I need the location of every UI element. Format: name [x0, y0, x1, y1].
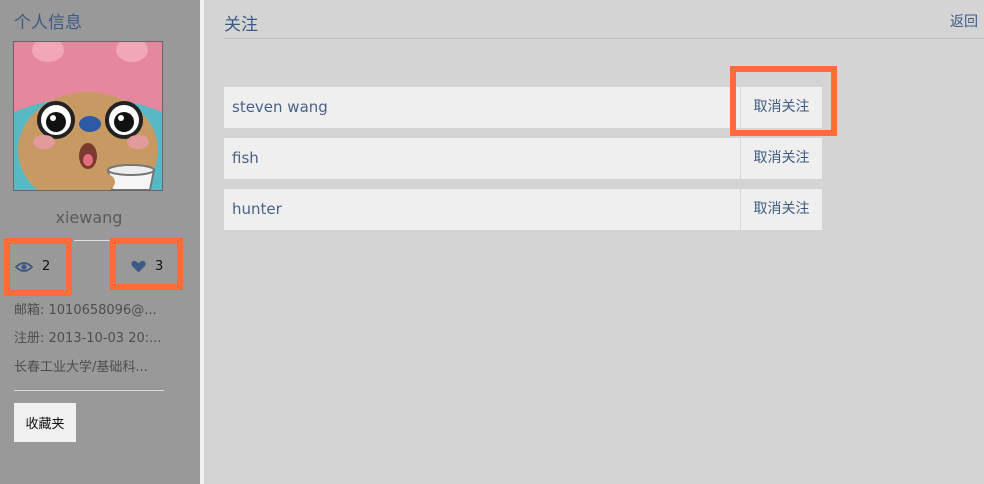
following-name[interactable]: steven wang: [224, 87, 740, 128]
sidebar-title: 个人信息: [14, 13, 82, 33]
email-info: 邮箱: 1010658096@...: [14, 303, 157, 318]
title-divider: [224, 38, 984, 39]
eye-icon: [15, 261, 33, 272]
following-row: fish 取消关注: [224, 138, 822, 179]
sidebar-divider: [14, 390, 164, 391]
likes-stat[interactable]: 3: [131, 259, 163, 274]
unfollow-button[interactable]: 取消关注: [740, 189, 822, 230]
likes-count: 3: [155, 259, 164, 274]
favorites-button[interactable]: 收藏夹: [14, 403, 76, 442]
page-title: 关注: [224, 15, 258, 35]
back-link[interactable]: 返回: [950, 11, 978, 31]
username: xiewang: [55, 208, 123, 227]
avatar-image: [14, 42, 162, 190]
unfollow-button[interactable]: 取消关注: [740, 87, 822, 128]
following-row: hunter 取消关注: [224, 189, 822, 230]
profile-sidebar: 个人信息 xiewang 2 3 邮箱: 1010658096@... 注册: …: [0, 0, 200, 484]
heart-icon: [131, 260, 146, 273]
register-info: 注册: 2013-10-03 20:...: [14, 331, 162, 346]
column-divider: [200, 0, 204, 484]
avatar[interactable]: [13, 41, 163, 191]
username-underline: [74, 240, 130, 241]
views-stat[interactable]: 2: [15, 259, 50, 274]
school-info: 长春工业大学/基础科...: [14, 360, 148, 375]
unfollow-button[interactable]: 取消关注: [740, 138, 822, 179]
following-name[interactable]: fish: [224, 138, 740, 179]
views-count: 2: [42, 259, 51, 274]
following-row: steven wang 取消关注: [224, 87, 822, 128]
following-name[interactable]: hunter: [224, 189, 740, 230]
